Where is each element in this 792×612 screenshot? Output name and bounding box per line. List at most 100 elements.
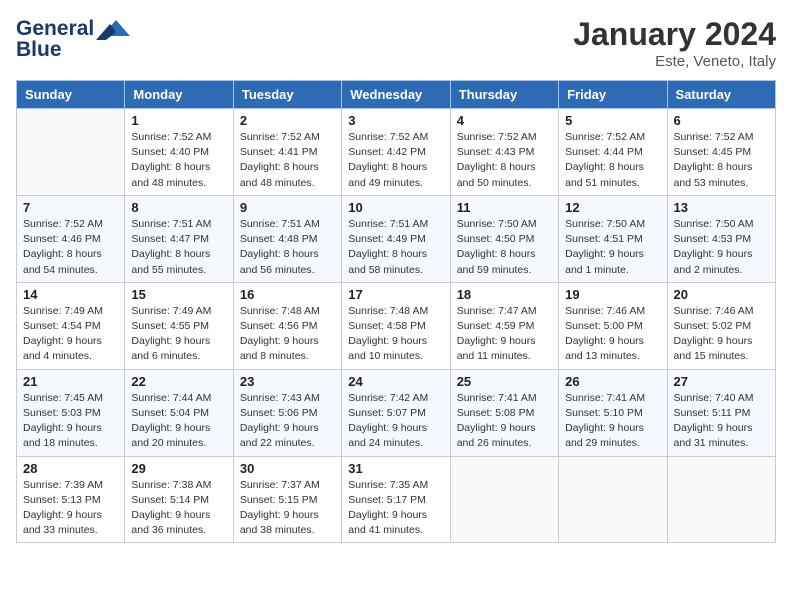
- header-sunday: Sunday: [17, 81, 125, 109]
- calendar-cell: 9 Sunrise: 7:51 AM Sunset: 4:48 PM Daylig…: [233, 195, 341, 282]
- day-number: 5: [565, 113, 660, 128]
- location: Este, Veneto, Italy: [573, 53, 776, 70]
- day-info: Sunrise: 7:35 AM Sunset: 5:17 PM Dayligh…: [348, 478, 443, 539]
- calendar-cell: 29 Sunrise: 7:38 AM Sunset: 5:14 PM Dayli…: [125, 456, 233, 543]
- calendar-cell: [450, 456, 558, 543]
- day-number: 16: [240, 287, 335, 302]
- day-number: 3: [348, 113, 443, 128]
- day-info: Sunrise: 7:52 AM Sunset: 4:43 PM Dayligh…: [457, 130, 552, 191]
- day-info: Sunrise: 7:52 AM Sunset: 4:44 PM Dayligh…: [565, 130, 660, 191]
- day-info: Sunrise: 7:49 AM Sunset: 4:55 PM Dayligh…: [131, 304, 226, 365]
- header-wednesday: Wednesday: [342, 81, 450, 109]
- day-number: 12: [565, 200, 660, 215]
- day-info: Sunrise: 7:51 AM Sunset: 4:48 PM Dayligh…: [240, 217, 335, 278]
- calendar-cell: 31Sunrise: 7:35 AM Sunset: 5:17 PM Dayli…: [342, 456, 450, 543]
- day-number: 10: [348, 200, 443, 215]
- day-info: Sunrise: 7:51 AM Sunset: 4:49 PM Dayligh…: [348, 217, 443, 278]
- day-number: 29: [131, 461, 226, 476]
- day-number: 9: [240, 200, 335, 215]
- calendar-cell: 17 Sunrise: 7:48 AM Sunset: 4:58 PM Dayli…: [342, 282, 450, 369]
- calendar-cell: 16 Sunrise: 7:48 AM Sunset: 4:56 PM Dayli…: [233, 282, 341, 369]
- day-info: Sunrise: 7:52 AM Sunset: 4:45 PM Dayligh…: [674, 130, 769, 191]
- day-number: 25: [457, 374, 552, 389]
- calendar-table: SundayMondayTuesdayWednesdayThursdayFrid…: [16, 80, 776, 543]
- calendar-cell: 10 Sunrise: 7:51 AM Sunset: 4:49 PM Dayli…: [342, 195, 450, 282]
- calendar-cell: 26Sunrise: 7:41 AM Sunset: 5:10 PM Dayli…: [559, 369, 667, 456]
- calendar-cell: [559, 456, 667, 543]
- day-number: 23: [240, 374, 335, 389]
- day-info: Sunrise: 7:39 AM Sunset: 5:13 PM Dayligh…: [23, 478, 118, 539]
- page-header: General Blue January 2024 Este, Veneto, …: [16, 16, 776, 70]
- calendar-cell: 25Sunrise: 7:41 AM Sunset: 5:08 PM Dayli…: [450, 369, 558, 456]
- day-number: 17: [348, 287, 443, 302]
- calendar-week-row: 14 Sunrise: 7:49 AM Sunset: 4:54 PM Dayli…: [17, 282, 776, 369]
- day-number: 22: [131, 374, 226, 389]
- calendar-cell: 11Sunrise: 7:50 AM Sunset: 4:50 PM Dayli…: [450, 195, 558, 282]
- calendar-cell: [17, 109, 125, 196]
- month-year: January 2024: [573, 16, 776, 53]
- calendar-cell: 14 Sunrise: 7:49 AM Sunset: 4:54 PM Dayli…: [17, 282, 125, 369]
- day-number: 20: [674, 287, 769, 302]
- calendar-cell: 22 Sunrise: 7:44 AM Sunset: 5:04 PM Dayli…: [125, 369, 233, 456]
- calendar-cell: 5 Sunrise: 7:52 AM Sunset: 4:44 PM Daylig…: [559, 109, 667, 196]
- day-info: Sunrise: 7:52 AM Sunset: 4:46 PM Dayligh…: [23, 217, 118, 278]
- day-info: Sunrise: 7:51 AM Sunset: 4:47 PM Dayligh…: [131, 217, 226, 278]
- day-number: 30: [240, 461, 335, 476]
- day-number: 8: [131, 200, 226, 215]
- day-info: Sunrise: 7:46 AM Sunset: 5:00 PM Dayligh…: [565, 304, 660, 365]
- calendar-cell: [667, 456, 775, 543]
- calendar-week-row: 1 Sunrise: 7:52 AM Sunset: 4:40 PM Daylig…: [17, 109, 776, 196]
- header-thursday: Thursday: [450, 81, 558, 109]
- day-info: Sunrise: 7:38 AM Sunset: 5:14 PM Dayligh…: [131, 478, 226, 539]
- header-tuesday: Tuesday: [233, 81, 341, 109]
- day-number: 19: [565, 287, 660, 302]
- calendar-cell: 1 Sunrise: 7:52 AM Sunset: 4:40 PM Daylig…: [125, 109, 233, 196]
- day-info: Sunrise: 7:46 AM Sunset: 5:02 PM Dayligh…: [674, 304, 769, 365]
- day-info: Sunrise: 7:42 AM Sunset: 5:07 PM Dayligh…: [348, 391, 443, 452]
- day-number: 27: [674, 374, 769, 389]
- header-monday: Monday: [125, 81, 233, 109]
- day-number: 13: [674, 200, 769, 215]
- title-block: January 2024 Este, Veneto, Italy: [573, 16, 776, 70]
- calendar-cell: 30 Sunrise: 7:37 AM Sunset: 5:15 PM Dayli…: [233, 456, 341, 543]
- day-number: 1: [131, 113, 226, 128]
- calendar-week-row: 28 Sunrise: 7:39 AM Sunset: 5:13 PM Dayli…: [17, 456, 776, 543]
- calendar-cell: 8 Sunrise: 7:51 AM Sunset: 4:47 PM Daylig…: [125, 195, 233, 282]
- calendar-cell: 15 Sunrise: 7:49 AM Sunset: 4:55 PM Dayli…: [125, 282, 233, 369]
- day-info: Sunrise: 7:40 AM Sunset: 5:11 PM Dayligh…: [674, 391, 769, 452]
- calendar-cell: 7 Sunrise: 7:52 AM Sunset: 4:46 PM Daylig…: [17, 195, 125, 282]
- calendar-cell: 3 Sunrise: 7:52 AM Sunset: 4:42 PM Daylig…: [342, 109, 450, 196]
- day-info: Sunrise: 7:49 AM Sunset: 4:54 PM Dayligh…: [23, 304, 118, 365]
- calendar-cell: 13 Sunrise: 7:50 AM Sunset: 4:53 PM Dayli…: [667, 195, 775, 282]
- day-number: 14: [23, 287, 118, 302]
- day-number: 26: [565, 374, 660, 389]
- calendar-header-row: SundayMondayTuesdayWednesdayThursdayFrid…: [17, 81, 776, 109]
- day-number: 2: [240, 113, 335, 128]
- day-info: Sunrise: 7:37 AM Sunset: 5:15 PM Dayligh…: [240, 478, 335, 539]
- day-info: Sunrise: 7:47 AM Sunset: 4:59 PM Dayligh…: [457, 304, 552, 365]
- calendar-cell: 18Sunrise: 7:47 AM Sunset: 4:59 PM Dayli…: [450, 282, 558, 369]
- logo: General Blue: [16, 16, 130, 62]
- day-info: Sunrise: 7:44 AM Sunset: 5:04 PM Dayligh…: [131, 391, 226, 452]
- header-saturday: Saturday: [667, 81, 775, 109]
- day-info: Sunrise: 7:50 AM Sunset: 4:51 PM Dayligh…: [565, 217, 660, 278]
- day-info: Sunrise: 7:45 AM Sunset: 5:03 PM Dayligh…: [23, 391, 118, 452]
- calendar-cell: 4Sunrise: 7:52 AM Sunset: 4:43 PM Daylig…: [450, 109, 558, 196]
- calendar-cell: 27 Sunrise: 7:40 AM Sunset: 5:11 PM Dayli…: [667, 369, 775, 456]
- day-info: Sunrise: 7:52 AM Sunset: 4:42 PM Dayligh…: [348, 130, 443, 191]
- day-number: 6: [674, 113, 769, 128]
- calendar-cell: 28 Sunrise: 7:39 AM Sunset: 5:13 PM Dayli…: [17, 456, 125, 543]
- day-info: Sunrise: 7:48 AM Sunset: 4:56 PM Dayligh…: [240, 304, 335, 365]
- day-info: Sunrise: 7:50 AM Sunset: 4:53 PM Dayligh…: [674, 217, 769, 278]
- calendar-cell: 12 Sunrise: 7:50 AM Sunset: 4:51 PM Dayli…: [559, 195, 667, 282]
- day-number: 28: [23, 461, 118, 476]
- logo-icon: [96, 12, 130, 42]
- day-info: Sunrise: 7:52 AM Sunset: 4:40 PM Dayligh…: [131, 130, 226, 191]
- day-info: Sunrise: 7:50 AM Sunset: 4:50 PM Dayligh…: [457, 217, 552, 278]
- day-number: 15: [131, 287, 226, 302]
- calendar-cell: 21Sunrise: 7:45 AM Sunset: 5:03 PM Dayli…: [17, 369, 125, 456]
- calendar-cell: 23Sunrise: 7:43 AM Sunset: 5:06 PM Dayli…: [233, 369, 341, 456]
- day-number: 7: [23, 200, 118, 215]
- calendar-cell: 20 Sunrise: 7:46 AM Sunset: 5:02 PM Dayli…: [667, 282, 775, 369]
- day-info: Sunrise: 7:48 AM Sunset: 4:58 PM Dayligh…: [348, 304, 443, 365]
